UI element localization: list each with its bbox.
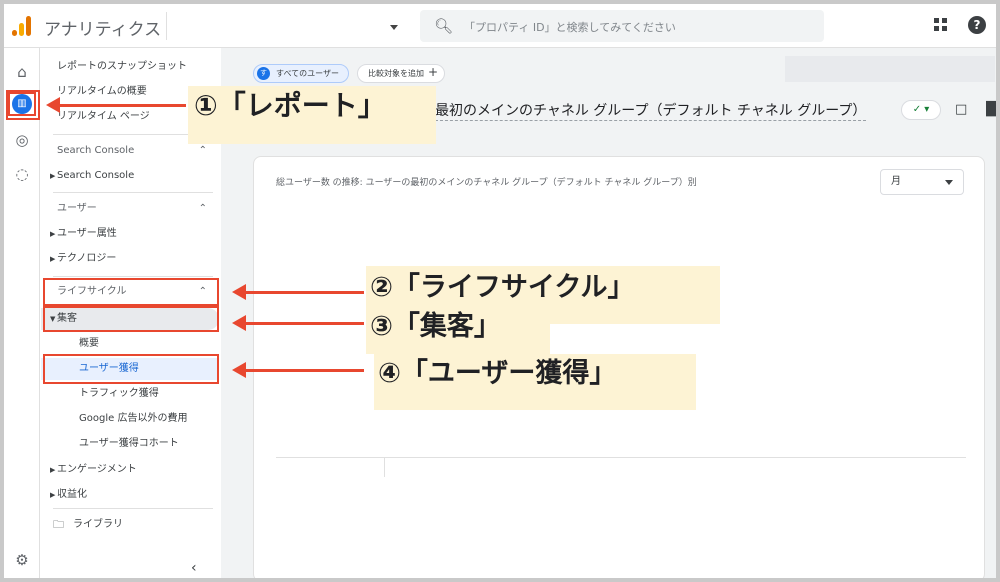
table-divider (276, 457, 966, 458)
folder-icon: 🗀︎ (53, 518, 64, 531)
nav-divider (53, 508, 213, 509)
help-icon[interactable]: ? (968, 16, 986, 34)
card-title: 総ユーザー数 の推移: ユーザーの最初のメインのチャネル グループ（デフォルト … (276, 178, 697, 188)
home-icon[interactable]: ⌂ (8, 60, 36, 84)
chip-label: 比較対象を追加 (368, 69, 424, 78)
table-column-divider (384, 457, 385, 477)
period-value: 月 (891, 176, 901, 187)
nav-item-user-acquisition-cohort[interactable]: ユーザー獲得コホート (41, 433, 219, 455)
nav-item-label: 収益化 (57, 489, 87, 500)
add-comparison-chip[interactable]: 比較対象を追加 + (357, 64, 445, 83)
nav-item-engagement[interactable]: ▶ エンゲージメント (41, 459, 219, 481)
settings-gear-icon[interactable]: ⚙ (8, 548, 36, 572)
collapse-nav-icon[interactable]: ‹ (191, 560, 197, 576)
nav-item-monetization[interactable]: ▶ 収益化 (41, 484, 219, 506)
nav-item-label: テクノロジー (57, 253, 117, 264)
nav-item-demographics[interactable]: ▶ ユーザー属性 (41, 223, 219, 245)
page-title[interactable]: 最初のメインのチャネル グループ（デフォルト チャネル グループ） (435, 100, 867, 121)
analytics-logo-icon[interactable] (12, 14, 34, 36)
chevron-up-icon: ⌃ (198, 286, 207, 297)
segment-avatar: す (257, 67, 270, 80)
app-title: アナリティクス (44, 20, 162, 40)
nav-item-snapshot[interactable]: レポートのスナップショット (41, 56, 219, 78)
nav-item-label: ライブラリ (73, 519, 123, 530)
reports-icon[interactable]: ▥ (8, 92, 36, 116)
expand-triangle-icon: ▶ (50, 172, 56, 180)
nav-item-label: Search Console (57, 170, 135, 181)
section-title: Search Console (57, 145, 135, 156)
callout-reports: ①「レポート」 (188, 86, 436, 144)
expand-triangle-icon: ▶ (50, 255, 56, 263)
collapse-triangle-icon: ▼ (50, 315, 56, 323)
reports-icon-glyph: ▥ (12, 94, 32, 114)
period-select[interactable]: 月 (880, 169, 964, 195)
arrow-line-1 (58, 104, 186, 107)
nav-divider (53, 276, 213, 277)
nav-item-label: エンゲージメント (57, 464, 137, 475)
search-placeholder: 「プロパティ ID」と検索してみてください (464, 21, 676, 34)
header-divider (166, 12, 167, 40)
nav-item-user-acquisition[interactable]: ユーザー獲得 (41, 358, 219, 380)
callout-acquisition: ③「集客」 (366, 308, 550, 354)
customize-report-icon[interactable]: □ (955, 102, 967, 117)
nav-item-acquisition[interactable]: ▼ 集客 (41, 308, 219, 330)
nav-item-traffic-acquisition[interactable]: トラフィック獲得 (41, 383, 219, 405)
nav-item-search-console[interactable]: ▶ Search Console (41, 165, 219, 187)
arrow-line-4 (244, 369, 364, 372)
nav-item-non-google-cost[interactable]: Google 広告以外の費用 (41, 408, 219, 430)
status-check-chip[interactable]: ✓ ▾ (901, 100, 941, 120)
nav-item-technology[interactable]: ▶ テクノロジー (41, 248, 219, 270)
chip-label: すべてのユーザー (276, 69, 339, 78)
left-rail: ⌂ ▥ ◎ ◌ ⚙ (4, 48, 40, 578)
search-bar[interactable]: 🔍︎ 「プロパティ ID」と検索してみてください (420, 10, 824, 42)
apps-grid-icon[interactable] (934, 18, 948, 32)
nav-section-user[interactable]: ユーザー ⌃ (41, 198, 219, 220)
section-title: ライフサイクル (57, 286, 127, 297)
header-placeholder-block (785, 56, 995, 82)
arrow-line-3 (244, 322, 364, 325)
nav-item-label: 集客 (57, 313, 77, 324)
plus-icon: + (427, 65, 438, 79)
expand-triangle-icon: ▶ (50, 230, 56, 238)
nav-section-lifecycle[interactable]: ライフサイクル ⌃ (41, 281, 219, 303)
segment-chip-all-users[interactable]: す すべてのユーザー (253, 64, 349, 83)
chevron-down-icon (945, 180, 953, 185)
chevron-up-icon: ⌃ (198, 203, 207, 214)
compare-columns-icon[interactable]: ▐▌ (981, 102, 996, 117)
section-title: ユーザー (57, 203, 97, 214)
advertising-icon[interactable]: ◌ (8, 162, 36, 186)
explore-icon[interactable]: ◎ (8, 128, 36, 152)
search-icon: 🔍︎ (434, 17, 454, 35)
property-dropdown-arrow-icon[interactable] (390, 25, 398, 30)
expand-triangle-icon: ▶ (50, 466, 56, 474)
screenshot-frame: アナリティクス 🔍︎ 「プロパティ ID」と検索してみてください ? ⌂ ▥ ◎… (0, 0, 1000, 582)
nav-item-library[interactable]: 🗀︎ ライブラリ (41, 514, 219, 536)
top-bar: アナリティクス 🔍︎ 「プロパティ ID」と検索してみてください ? (4, 4, 996, 48)
nav-item-label: ユーザー属性 (57, 228, 117, 239)
expand-triangle-icon: ▶ (50, 491, 56, 499)
nav-divider (53, 192, 213, 193)
callout-user-acquisition: ④「ユーザー獲得」 (374, 354, 696, 410)
arrow-line-2 (244, 291, 364, 294)
nav-item-acquisition-overview[interactable]: 概要 (41, 333, 219, 355)
